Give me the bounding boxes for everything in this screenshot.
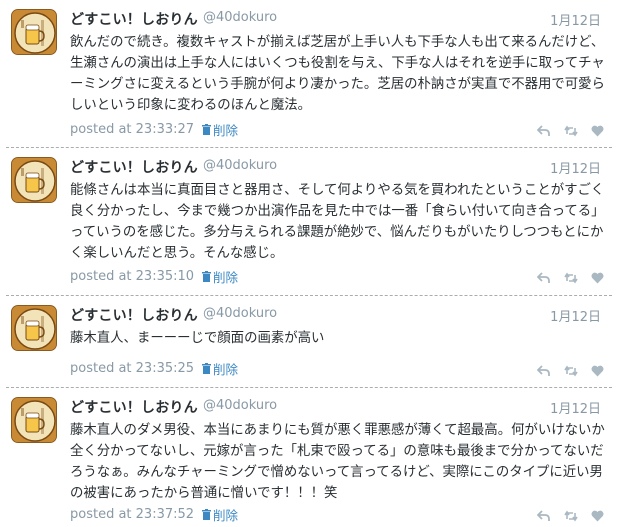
- trash-icon: [202, 509, 212, 520]
- tweet-actions: [536, 269, 604, 284]
- like-icon[interactable]: [591, 507, 604, 522]
- posted-time[interactable]: posted at 23:37:52: [70, 507, 194, 522]
- display-name[interactable]: どすこい！しおりん: [70, 157, 198, 177]
- like-icon[interactable]: [591, 362, 604, 377]
- tweet-actions: [536, 122, 604, 137]
- tweet-item: どすこい！しおりん @40dokuro 1月12日 藤木直人、まーーーじで顔面の…: [0, 296, 618, 388]
- avatar[interactable]: [11, 9, 57, 55]
- delete-link[interactable]: 削除: [213, 120, 238, 139]
- delete-link[interactable]: 削除: [213, 505, 238, 524]
- retweet-icon[interactable]: [564, 507, 578, 522]
- tweet-meta: posted at 23:35:25 削除: [70, 359, 238, 378]
- delete-link[interactable]: 削除: [213, 267, 238, 286]
- avatar[interactable]: [11, 397, 57, 443]
- avatar[interactable]: [11, 157, 57, 203]
- tweet-date[interactable]: 1月12日: [550, 306, 601, 325]
- trash-icon: [202, 124, 212, 135]
- avatar[interactable]: [11, 305, 57, 351]
- tweet-item: どすこい！しおりん @40dokuro 1月12日 能條さんは本当に真面目さと器…: [0, 148, 618, 296]
- avatar-image: [12, 398, 56, 442]
- tweet-actions: [536, 362, 604, 377]
- user-handle[interactable]: @40dokuro: [203, 10, 277, 25]
- tweet-item: どすこい！しおりん @40dokuro 1月12日 飲んだので続き。複数キャスト…: [0, 0, 618, 148]
- tweet-text: 能條さんは本当に真面目さと器用さ、そして何よりやる気を買われたということがすごく…: [70, 183, 605, 261]
- trash-icon: [202, 363, 212, 374]
- user-handle[interactable]: @40dokuro: [203, 398, 277, 413]
- reply-icon[interactable]: [536, 122, 550, 136]
- user-handle[interactable]: @40dokuro: [203, 306, 277, 321]
- tweet-text: 飲んだので続き。複数キャストが揃えば芝居が上手い人も下手な人も出て来るんだけど、…: [70, 35, 605, 113]
- tweet-date[interactable]: 1月12日: [550, 398, 601, 417]
- retweet-icon[interactable]: [564, 362, 578, 377]
- tweet-text: 藤木直人のダメ男役、本当にあまりにも質が悪く罪悪感が薄くて超最高。何がいけないか…: [70, 423, 605, 501]
- delete-link[interactable]: 削除: [213, 359, 238, 378]
- posted-time[interactable]: posted at 23:33:27: [70, 122, 194, 137]
- like-icon[interactable]: [591, 269, 604, 284]
- tweet-item: どすこい！しおりん @40dokuro 1月12日 藤木直人のダメ男役、本当にあ…: [0, 388, 618, 527]
- display-name[interactable]: どすこい！しおりん: [70, 397, 198, 417]
- display-name[interactable]: どすこい！しおりん: [70, 305, 198, 325]
- user-handle[interactable]: @40dokuro: [203, 158, 277, 173]
- avatar-image: [12, 158, 56, 202]
- retweet-icon[interactable]: [564, 269, 578, 284]
- reply-icon[interactable]: [536, 362, 550, 376]
- tweet-meta: posted at 23:37:52 削除: [70, 505, 238, 524]
- reply-icon[interactable]: [536, 269, 550, 283]
- avatar-image: [12, 306, 56, 350]
- posted-time[interactable]: posted at 23:35:10: [70, 269, 194, 284]
- display-name[interactable]: どすこい！しおりん: [70, 9, 198, 29]
- retweet-icon[interactable]: [564, 122, 578, 137]
- tweet-text: 藤木直人、まーーーじで顔面の画素が高い: [70, 331, 325, 346]
- tweet-date[interactable]: 1月12日: [550, 158, 601, 177]
- like-icon[interactable]: [591, 122, 604, 137]
- avatar-image: [12, 10, 56, 54]
- tweet-meta: posted at 23:33:27 削除: [70, 120, 238, 139]
- tweet-meta: posted at 23:35:10 削除: [70, 267, 238, 286]
- trash-icon: [202, 271, 212, 282]
- tweet-actions: [536, 507, 604, 522]
- posted-time[interactable]: posted at 23:35:25: [70, 361, 194, 376]
- reply-icon[interactable]: [536, 507, 550, 521]
- tweet-date[interactable]: 1月12日: [550, 10, 601, 29]
